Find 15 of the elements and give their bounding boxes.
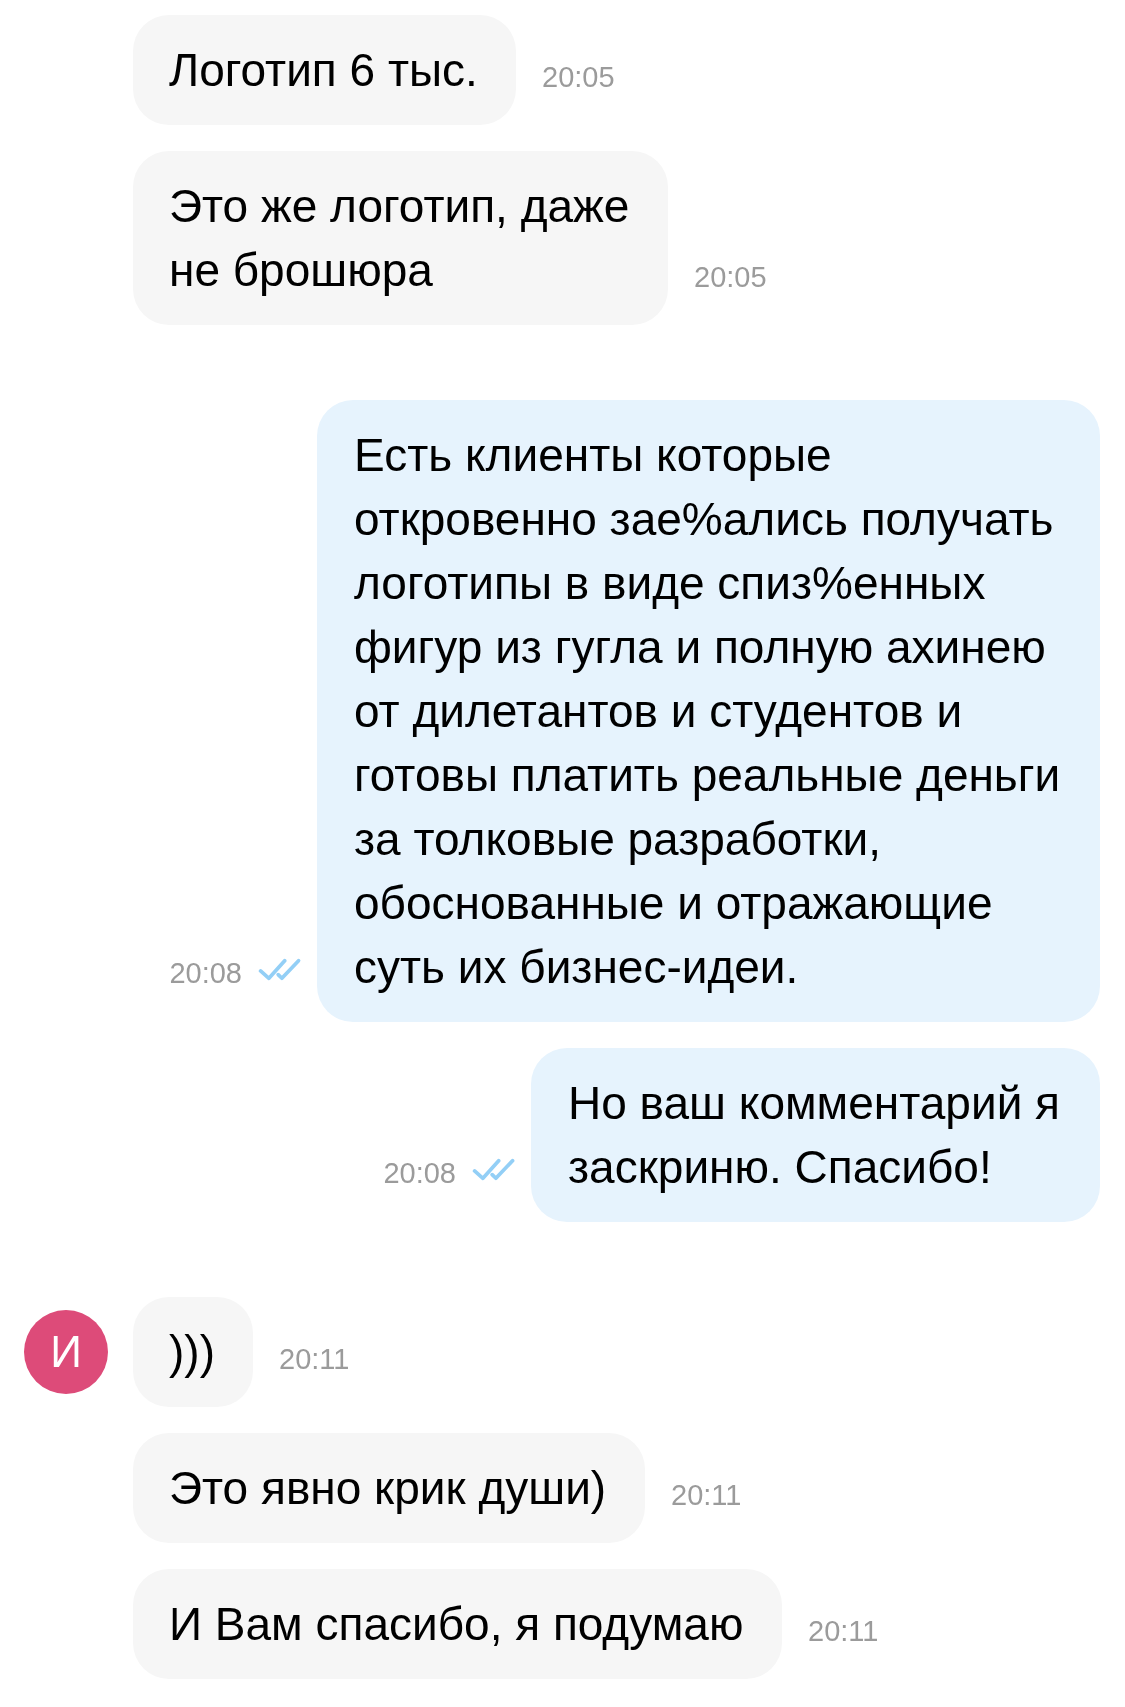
message-bubble: И Вам спасибо, я подумаю xyxy=(133,1569,782,1679)
message-time: 20:05 xyxy=(694,260,767,294)
message-bubble: ))) xyxy=(133,1297,253,1407)
message-bubble: Есть клиенты которые откровенно зае%ались получать логотипы в виде спиз%енных фигур из гугла и полную ахинею от дилетантов и студентов и готовы платить реальные деньги за толковые разработки, обоснованные и отражающие суть их бизнес-идеи. xyxy=(317,400,1100,1022)
message-bubble: Логотип 6 тыс. xyxy=(133,15,516,125)
message-bubble: Но ваш комментарий я заскриню. Спасибо! xyxy=(531,1048,1100,1222)
message-time: 20:11 xyxy=(808,1614,879,1648)
message-time: 20:08 xyxy=(169,956,242,990)
message-bubble: Это же логотип, даже не брошюра xyxy=(133,151,668,325)
message-time: 20:05 xyxy=(542,60,615,94)
message-time: 20:11 xyxy=(671,1478,742,1512)
avatar: И xyxy=(24,1310,108,1394)
message-time: 20:08 xyxy=(383,1156,456,1190)
message-bubble: Это явно крик души) xyxy=(133,1433,645,1543)
message-time: 20:11 xyxy=(279,1342,350,1376)
